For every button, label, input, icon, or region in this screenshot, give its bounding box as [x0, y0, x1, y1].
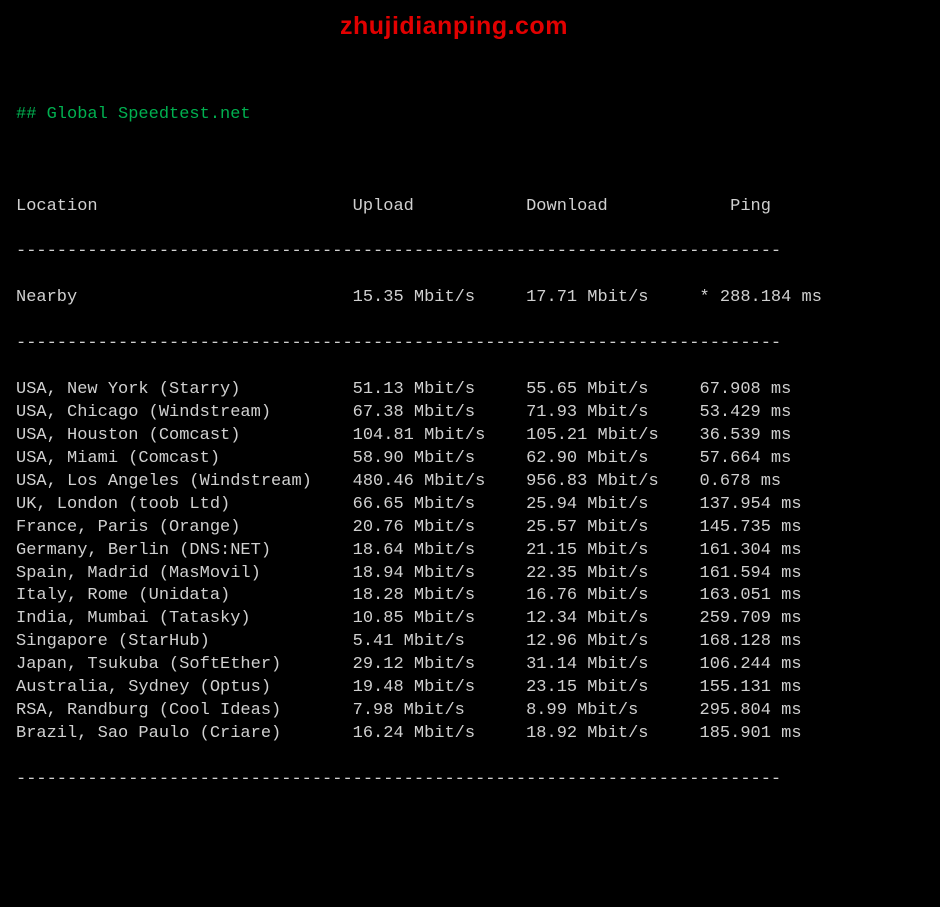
table-row: USA, Los Angeles (Windstream) 480.46 Mbi… [16, 471, 924, 494]
divider: ----------------------------------------… [16, 241, 924, 264]
table-row: France, Paris (Orange) 20.76 Mbit/s 25.5… [16, 517, 924, 540]
table-row: Australia, Sydney (Optus) 19.48 Mbit/s 2… [16, 677, 924, 700]
table-row: USA, Houston (Comcast) 104.81 Mbit/s 105… [16, 425, 924, 448]
divider: ----------------------------------------… [16, 333, 924, 356]
section-title: ## Global Speedtest.net [16, 105, 251, 124]
header-row: Location Upload Download Ping [16, 196, 924, 219]
table-row: UK, London (toob Ltd) 66.65 Mbit/s 25.94… [16, 494, 924, 517]
table-row: Japan, Tsukuba (SoftEther) 29.12 Mbit/s … [16, 654, 924, 677]
divider: ----------------------------------------… [16, 769, 924, 792]
table-row: USA, New York (Starry) 51.13 Mbit/s 55.6… [16, 379, 924, 402]
table-row: USA, Chicago (Windstream) 67.38 Mbit/s 7… [16, 402, 924, 425]
table-row: Germany, Berlin (DNS:NET) 18.64 Mbit/s 2… [16, 540, 924, 563]
nearby-row: Nearby 15.35 Mbit/s 17.71 Mbit/s * 288.1… [16, 287, 924, 310]
table-row: India, Mumbai (Tatasky) 10.85 Mbit/s 12.… [16, 608, 924, 631]
table-row: USA, Miami (Comcast) 58.90 Mbit/s 62.90 … [16, 448, 924, 471]
watermark-overlay: zhujidianping.com [340, 10, 568, 44]
table-row: RSA, Randburg (Cool Ideas) 7.98 Mbit/s 8… [16, 700, 924, 723]
table-row: Brazil, Sao Paulo (Criare) 16.24 Mbit/s … [16, 723, 924, 746]
table-row: Italy, Rome (Unidata) 18.28 Mbit/s 16.76… [16, 585, 924, 608]
table-row: Spain, Madrid (MasMovil) 18.94 Mbit/s 22… [16, 563, 924, 586]
table-row: Singapore (StarHub) 5.41 Mbit/s 12.96 Mb… [16, 631, 924, 654]
